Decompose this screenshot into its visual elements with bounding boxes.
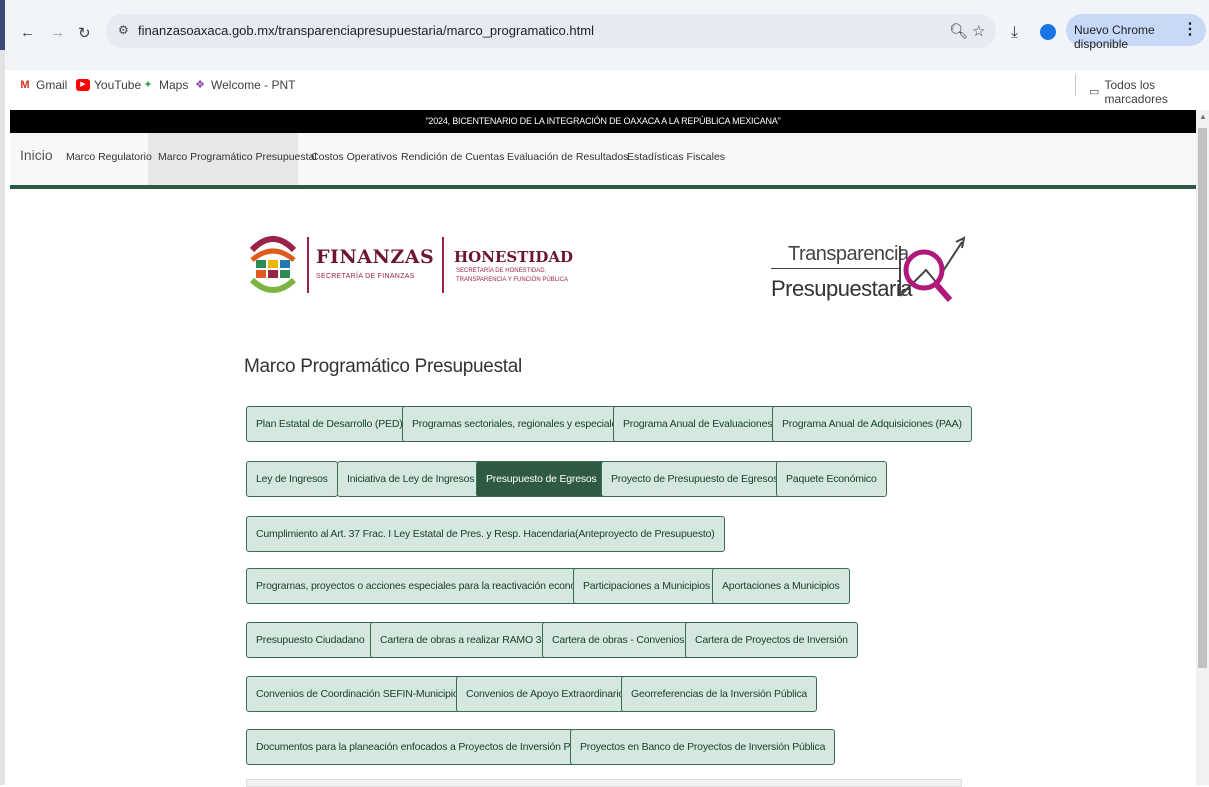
btn-aportaciones-municipios[interactable]: Aportaciones a Municipios bbox=[712, 568, 850, 604]
honestidad-logo-title: HONESTIDAD bbox=[454, 248, 574, 266]
bookmark-label: Gmail bbox=[36, 78, 68, 92]
bookmark-label: YouTube bbox=[94, 78, 142, 92]
btn-iniciativa-ley-ingresos[interactable]: Iniciativa de Ley de Ingresos bbox=[337, 461, 485, 497]
bookmark-label: Welcome - PNT bbox=[211, 78, 296, 92]
all-bookmarks-button[interactable]: ▭ Todos los marcadores bbox=[1088, 78, 1209, 106]
oaxaca-emblem-logo bbox=[248, 234, 298, 294]
site-settings-icon[interactable]: ⚙ bbox=[118, 23, 129, 37]
bookmark-label: Todos los marcadores bbox=[1104, 78, 1168, 106]
scrollbar-thumb[interactable] bbox=[1198, 128, 1207, 668]
btn-documentos-planeacion[interactable]: Documentos para la planeación enfocados … bbox=[246, 729, 607, 765]
scroll-up-icon[interactable]: ▲ bbox=[1199, 112, 1207, 121]
btn-programa-anual-adquisiciones[interactable]: Programa Anual de Adquisiciones (PAA) bbox=[772, 406, 972, 442]
honestidad-logo-subtitle-2: TRANSPARENCIA Y FUNCIÓN PÚBLICA bbox=[456, 277, 569, 283]
nav-rendicion-cuentas[interactable]: Rendición de Cuentas bbox=[401, 151, 504, 163]
chrome-update-button[interactable]: Nuevo Chrome disponible ⋮ bbox=[1066, 14, 1206, 51]
btn-proyecto-presupuesto-egresos[interactable]: Proyecto de Presupuesto de Egresos bbox=[601, 461, 789, 497]
btn-paquete-economico[interactable]: Paquete Económico bbox=[776, 461, 887, 497]
bookmark-pnt[interactable]: ❖ Welcome - PNT bbox=[193, 78, 295, 92]
btn-presupuesto-ciudadano[interactable]: Presupuesto Ciudadano bbox=[246, 622, 375, 658]
window-accent bbox=[0, 0, 5, 50]
btn-proyectos-banco[interactable]: Proyectos en Banco de Proyectos de Inver… bbox=[570, 729, 836, 765]
profile-avatar[interactable] bbox=[1040, 24, 1056, 40]
download-icon[interactable]: ⤓ bbox=[1011, 24, 1018, 42]
btn-participaciones-municipios[interactable]: Participaciones a Municipios bbox=[573, 568, 720, 604]
bookmarks-separator bbox=[1075, 74, 1076, 96]
btn-cartera-obras-convenios[interactable]: Cartera de obras - Convenios bbox=[542, 622, 695, 658]
nav-evaluacion-resultados[interactable]: Evaluación de Resultados bbox=[507, 151, 628, 163]
finanzas-logo-subtitle: SECRETARÍA DE FINANZAS bbox=[316, 273, 415, 280]
navbar-divider bbox=[10, 185, 1196, 189]
btn-georreferencias[interactable]: Georreferencias de la Inversión Pública bbox=[621, 676, 818, 712]
window-edge bbox=[0, 0, 5, 785]
bookmark-label: Maps bbox=[159, 78, 189, 92]
nav-marco-regulatorio[interactable]: Marco Regulatorio bbox=[66, 151, 152, 163]
bookmark-gmail[interactable]: M Gmail bbox=[18, 78, 67, 92]
forward-icon[interactable]: → bbox=[50, 24, 65, 41]
nav-inicio[interactable]: Inicio bbox=[20, 147, 53, 163]
bicentenario-banner: "2024, BICENTENARIO DE LA INTEGRACIÓN DE… bbox=[10, 110, 1196, 133]
bookmark-youtube[interactable]: ▶ YouTube bbox=[76, 78, 141, 92]
gmail-icon: M bbox=[20, 79, 30, 91]
finanzas-logo-title: FINANZAS bbox=[316, 246, 435, 268]
btn-cartera-proyectos-inversion[interactable]: Cartera de Proyectos de Inversión bbox=[685, 622, 858, 658]
magnifier-chart-logo-icon bbox=[899, 236, 966, 302]
top-navbar: Inicio Marco Regulatorio Marco Programát… bbox=[10, 133, 1196, 185]
zoom-icon[interactable]: 🔍︎ bbox=[949, 22, 968, 40]
address-bar[interactable]: ⚙ finanzasoaxaca.gob.mx/transparenciapre… bbox=[106, 14, 996, 48]
btn-programas-reactivacion[interactable]: Programas, proyectos o acciones especial… bbox=[246, 568, 608, 604]
btn-ley-ingresos[interactable]: Ley de Ingresos bbox=[246, 461, 338, 497]
page-title: Marco Programático Presupuestal bbox=[244, 356, 522, 377]
btn-cartera-obras-ramo33[interactable]: Cartera de obras a realizar RAMO 33 bbox=[370, 622, 557, 658]
bookmark-maps[interactable]: ✦ Maps bbox=[141, 78, 188, 92]
btn-convenios-coordinacion[interactable]: Convenios de Coordinación SEFIN-Municipi… bbox=[246, 676, 474, 712]
btn-cumplimiento-art37[interactable]: Cumplimiento al Art. 37 Frac. I Ley Esta… bbox=[246, 516, 725, 552]
reload-icon[interactable]: ↻ bbox=[78, 24, 91, 42]
btn-presupuesto-egresos[interactable]: Presupuesto de Egresos bbox=[476, 461, 607, 497]
maps-icon: ✦ bbox=[143, 79, 153, 91]
logo-divider bbox=[307, 237, 309, 293]
nav-estadisticas-fiscales[interactable]: Estadísticas Fiscales bbox=[627, 151, 725, 163]
btn-convenios-apoyo[interactable]: Convenios de Apoyo Extraordinario bbox=[456, 676, 635, 712]
transparencia-logo-line2: Presupuestaria bbox=[771, 276, 912, 301]
youtube-icon: ▶ bbox=[76, 79, 90, 91]
nav-marco-programatico[interactable]: Marco Programático Presupuestal bbox=[158, 151, 317, 163]
content-panel-edge bbox=[246, 779, 962, 787]
transparencia-logo-line1: Transparencia bbox=[788, 243, 909, 265]
logo-divider bbox=[442, 237, 444, 293]
url-text[interactable]: finanzasoaxaca.gob.mx/transparenciapresu… bbox=[138, 23, 594, 38]
pnt-icon: ❖ bbox=[195, 79, 205, 91]
btn-programa-anual-evaluaciones[interactable]: Programa Anual de Evaluaciones bbox=[613, 406, 783, 442]
transparencia-logo-rule bbox=[771, 268, 899, 269]
nav-costos-operativos[interactable]: Costos Operativos bbox=[311, 151, 397, 163]
bookmark-star-icon[interactable]: ☆ bbox=[972, 22, 985, 40]
back-icon[interactable]: ← bbox=[20, 24, 35, 41]
menu-kebab-icon[interactable]: ⋮ bbox=[1182, 19, 1198, 39]
honestidad-logo-subtitle: SECRETARÍA DE HONESTIDAD, bbox=[456, 268, 547, 274]
btn-programas-sectoriales[interactable]: Programas sectoriales, regionales y espe… bbox=[402, 406, 633, 442]
folder-icon: ▭ bbox=[1089, 86, 1100, 98]
btn-plan-estatal[interactable]: Plan Estatal de Desarrollo (PED) bbox=[246, 406, 413, 442]
